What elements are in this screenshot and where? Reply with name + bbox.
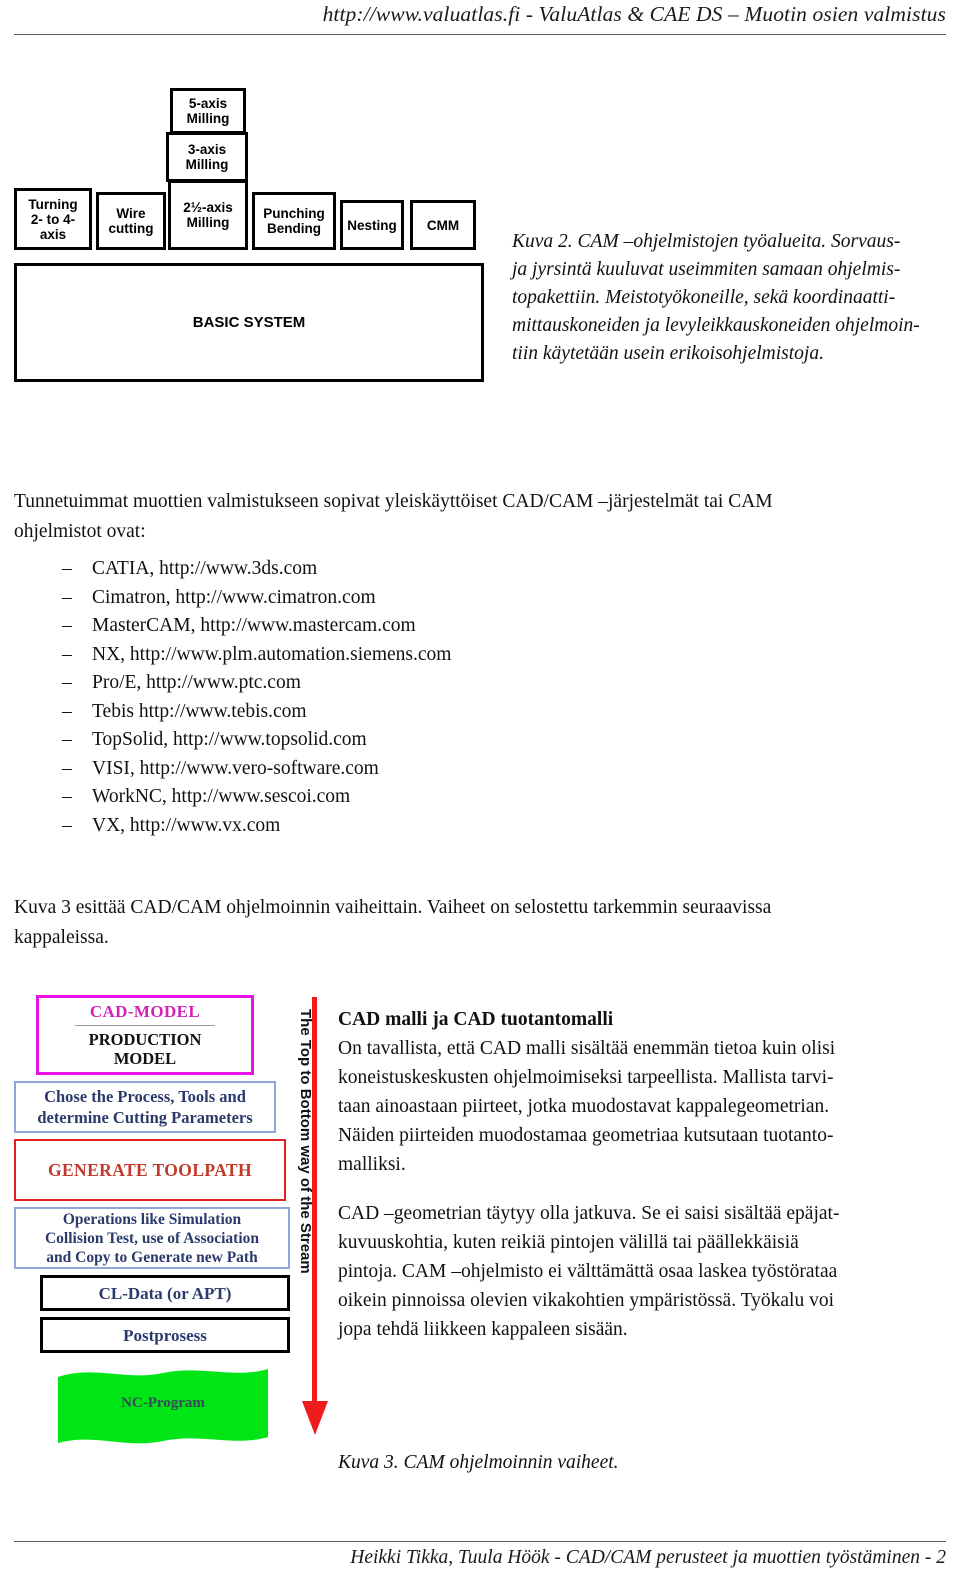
figure2-caption: Kuva 2. CAM –ohjelmistojen työalueita. S… (512, 228, 946, 368)
production-model-label: PRODUCTION MODEL (88, 1030, 202, 1068)
list-item-label: Tebis http://www.tebis.com (92, 700, 307, 722)
paragraph-line: ohjelmistot ovat: (14, 521, 146, 542)
list-item-label: MasterCAM, http://www.mastercam.com (92, 615, 416, 636)
list-item: – Tebis http://www.tebis.com (14, 698, 614, 727)
intro-paragraph: Tunnetuimmat muottien valmistukseen sopi… (14, 487, 946, 547)
list-item-label: NX, http://www.plm.automation.siemens.co… (92, 643, 452, 665)
list-item-label: VISI, http://www.vero-software.com (92, 757, 379, 779)
flow-box-generate-toolpath: GENERATE TOOLPATH (14, 1139, 286, 1201)
list-item: – Pro/E, http://www.ptc.com (14, 669, 614, 698)
figure3-caption: Kuva 3. CAM ohjelmoinnin vaiheet. (338, 1452, 619, 1473)
flow-box-cad-model: CAD-MODEL PRODUCTION MODEL (36, 995, 254, 1075)
paragraph-line: taan ainoastaan piirteet, jotka muodosta… (338, 1096, 830, 1117)
list-item: – Cimatron, http://www.cimatron.com (14, 584, 614, 613)
header-divider (14, 34, 946, 35)
nc-program-label: NC-Program (121, 1395, 205, 1411)
cam-programming-flowchart: CAD-MODEL PRODUCTION MODEL Chose the Pro… (14, 995, 328, 1475)
diagram-box-wire-cutting: Wire cutting (96, 192, 166, 250)
list-item-label: Pro/E, http://www.ptc.com (92, 672, 301, 693)
paragraph-line: kuvuuskohtia, kuten reikiä pintojen väli… (338, 1232, 799, 1253)
caption-line: topakettiin. Meistotyökoneille, sekä koo… (512, 287, 896, 308)
footer-text: Heikki Tikka, Tuula Höök - CAD/CAM perus… (350, 1547, 946, 1568)
arrow-head (302, 1401, 328, 1435)
diagram-box-punching-bending: Punching Bending (252, 192, 336, 250)
diagram-box-5-axis-milling: 5-axis Milling (170, 88, 246, 134)
paragraph-line: malliksi. (338, 1154, 406, 1175)
flow-box-cl-data: CL-Data (or APT) (40, 1275, 290, 1311)
list-item: – VX, http://www.vx.com (14, 812, 614, 841)
caption-line: tiin käytetään usein erikoisohjelmistoja… (512, 343, 824, 364)
list-dash: – (62, 643, 72, 665)
list-dash: – (62, 786, 72, 807)
cad-model-title: CAD-MODEL (89, 1002, 201, 1021)
flow-box-operations: Operations like Simulation Collision Tes… (14, 1207, 290, 1269)
list-dash: – (62, 729, 72, 750)
paragraph-line: pintoja. CAM –ohjelmisto ei välttämättä … (338, 1261, 838, 1282)
cam-work-areas-diagram: BASIC SYSTEM Turning 2- to 4- axis Wire … (0, 80, 500, 390)
diagram-box-2half-axis-milling: 2½-axis Milling (168, 180, 248, 250)
flow-box-chose-process: Chose the Process, Tools and determine C… (14, 1081, 276, 1133)
diagram-box-cmm: CMM (410, 200, 476, 250)
diagram-box-nesting: Nesting (340, 200, 404, 250)
list-dash: – (62, 672, 72, 693)
header-title: http://www.valuatlas.fi - ValuAtlas & CA… (322, 2, 946, 26)
kuva3-lead-paragraph: Kuva 3 esittää CAD/CAM ohjelmoinnin vaih… (14, 893, 946, 953)
list-item: – VISI, http://www.vero-software.com (14, 755, 614, 784)
flow-box-nc-program: NC-Program (54, 1363, 272, 1451)
list-item-label: Cimatron, http://www.cimatron.com (92, 586, 376, 608)
list-item: – WorkNC, http://www.sescoi.com (14, 783, 614, 812)
paragraph-line: jopa tehdä liikkeen kappaleen sisään. (338, 1319, 628, 1340)
list-item-label: TopSolid, http://www.topsolid.com (92, 729, 367, 750)
list-dash: – (62, 700, 72, 722)
caption-line: Kuva 2. CAM –ohjelmistojen työalueita. S… (512, 231, 901, 252)
list-item-label: VX, http://www.vx.com (92, 814, 281, 836)
paragraph-line: Näiden piirteiden muodostamaa geometriaa… (338, 1125, 834, 1146)
page-footer: Heikki Tikka, Tuula Höök - CAD/CAM perus… (0, 1527, 960, 1587)
paragraph-line: koneistuskeskusten ohjelmoimiseksi tarpe… (338, 1067, 834, 1088)
list-item-label: WorkNC, http://www.sescoi.com (92, 786, 351, 807)
diagram-box-turning: Turning 2- to 4- axis (14, 188, 92, 250)
paragraph-line: CAD –geometrian täytyy olla jatkuva. Se … (338, 1203, 840, 1224)
paragraph-line: On tavallista, että CAD malli sisältää e… (338, 1038, 836, 1059)
section-heading: CAD malli ja CAD tuotantomalli (338, 1009, 614, 1030)
list-dash: – (62, 558, 72, 579)
list-item: – CATIA, http://www.3ds.com (14, 555, 614, 584)
paragraph-line: kappaleissa. (14, 927, 109, 948)
footer-divider (14, 1541, 946, 1542)
list-dash: – (62, 586, 72, 608)
basic-system-box: BASIC SYSTEM (14, 263, 484, 382)
stream-direction-label: The Top to Bottom way of the Stream (297, 1009, 314, 1274)
cad-model-divider (75, 1025, 215, 1026)
list-item: – MasterCAM, http://www.mastercam.com (14, 612, 614, 641)
list-item: – NX, http://www.plm.automation.siemens.c… (14, 641, 614, 670)
software-list: – CATIA, http://www.3ds.com – Cimatron, ht… (14, 555, 614, 840)
paragraph-line: Kuva 3 esittää CAD/CAM ohjelmoinnin vaih… (14, 897, 772, 918)
caption-line: ja jyrsintä kuuluvat useimmiten samaan o… (512, 259, 901, 280)
list-item: – TopSolid, http://www.topsolid.com (14, 726, 614, 755)
right-column-text: CAD malli ja CAD tuotantomalli On tavall… (338, 1006, 946, 1344)
caption-line: mittauskoneiden ja levyleikkauskoneiden … (512, 315, 920, 336)
paragraph-line: oikein pinnoissa olevien vikakohtien ymp… (338, 1290, 835, 1311)
list-dash: – (62, 757, 72, 779)
list-dash: – (62, 814, 72, 836)
page-header: http://www.valuatlas.fi - ValuAtlas & CA… (0, 0, 960, 48)
flow-box-postprocess: Postprosess (40, 1317, 290, 1353)
paragraph-line: Tunnetuimmat muottien valmistukseen sopi… (14, 491, 773, 512)
list-item-label: CATIA, http://www.3ds.com (92, 558, 318, 579)
diagram-box-3-axis-milling: 3-axis Milling (166, 132, 248, 182)
list-dash: – (62, 615, 72, 636)
